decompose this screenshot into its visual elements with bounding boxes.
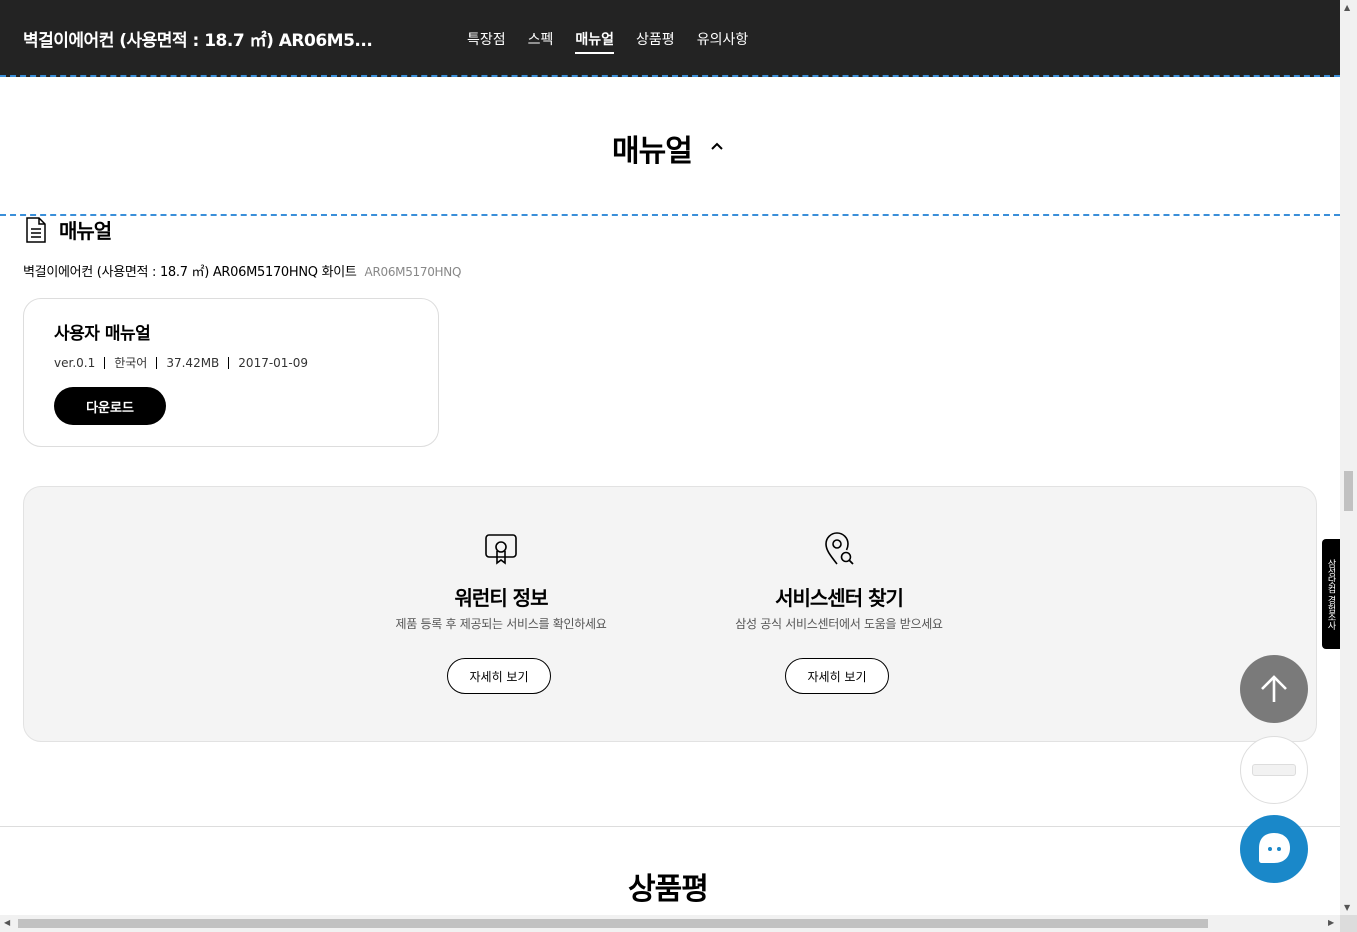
manual-card: 사용자 매뉴얼 ver.0.1 한국어 37.42MB 2017-01-09 다… — [23, 298, 439, 447]
location-search-icon — [825, 532, 854, 565]
chatbot-button[interactable] — [1240, 815, 1308, 883]
manual-version: ver.0.1 — [54, 355, 96, 370]
service-center-title: 서비스센터 찾기 — [775, 586, 904, 610]
product-line: 벽걸이에어컨 (사용면적 : 18.7 ㎡) AR06M5170HNQ 화이트 A… — [23, 261, 461, 280]
scroll-top-button[interactable] — [1240, 655, 1308, 723]
scroll-right-arrow-icon[interactable]: ▶ — [1328, 918, 1334, 927]
nav-tab-manual[interactable]: 매뉴얼 — [575, 29, 615, 54]
nav-tab-features[interactable]: 특장점 — [467, 29, 506, 54]
scroll-down-arrow-icon[interactable]: ▼ — [1344, 903, 1350, 912]
manual-date: 2017-01-09 — [238, 355, 309, 370]
scroll-left-arrow-icon[interactable]: ◀ — [4, 918, 10, 927]
chat-bot-icon — [1259, 833, 1290, 863]
manual-language: 한국어 — [114, 356, 148, 370]
manual-subheader: 매뉴얼 — [23, 215, 112, 244]
reviews-section-title: 상품평 — [628, 872, 709, 907]
sticky-header: 벽걸이에어컨 (사용면적 : 18.7 ㎡) AR06M5... 특장점 스펙 … — [0, 0, 1340, 77]
meta-divider — [228, 356, 230, 369]
product-code: AR06M5170HNQ — [364, 265, 462, 279]
warranty-title: 워런티 정보 — [454, 586, 549, 610]
horizontal-scroll-thumb[interactable] — [18, 919, 1208, 928]
arrow-up-icon — [1261, 675, 1287, 702]
meta-divider — [104, 356, 106, 369]
manual-meta: ver.0.1 한국어 37.42MB 2017-01-09 — [54, 354, 308, 371]
nav-tab-notes[interactable]: 유의사항 — [697, 29, 749, 54]
service-box: 워런티 정보 제품 등록 후 제공되는 서비스를 확인하세요 자세히 보기 서비… — [23, 486, 1317, 742]
warranty-certificate-icon — [485, 534, 517, 565]
service-center-desc: 삼성 공식 서비스센터에서 도움을 받으세요 — [735, 617, 943, 631]
service-center-details-button[interactable]: 자세히 보기 — [785, 658, 889, 694]
air-conditioner-thumbnail — [1252, 764, 1296, 776]
product-title: 벽걸이에어컨 (사용면적 : 18.7 ㎡) AR06M5... — [23, 31, 373, 51]
product-name: 벽걸이에어컨 (사용면적 : 18.7 ㎡) AR06M5170HNQ 화이트 — [23, 265, 357, 280]
manual-size: 37.42MB — [166, 355, 220, 370]
section-nav: 특장점 스펙 매뉴얼 상품평 유의사항 — [467, 29, 770, 54]
scroll-up-arrow-icon[interactable]: ▲ — [1344, 3, 1350, 12]
chevron-up-icon[interactable] — [709, 140, 725, 152]
manual-label: 매뉴얼 — [59, 219, 112, 243]
scrollbar-corner — [1340, 915, 1357, 932]
warranty-desc: 제품 등록 후 제공되는 서비스를 확인하세요 — [395, 617, 607, 631]
vertical-scroll-thumb[interactable] — [1344, 471, 1353, 511]
meta-divider — [156, 356, 158, 369]
horizontal-scrollbar[interactable]: ◀ ▶ — [0, 915, 1340, 932]
warranty-details-button[interactable]: 자세히 보기 — [447, 658, 551, 694]
download-button[interactable]: 다운로드 — [54, 387, 166, 425]
document-icon — [26, 216, 46, 243]
section-divider — [0, 826, 1340, 827]
nav-tab-reviews[interactable]: 상품평 — [636, 29, 675, 54]
vertical-scrollbar[interactable]: ▲ ▼ — [1340, 0, 1357, 932]
manual-section-header[interactable]: 매뉴얼 — [0, 79, 1340, 216]
nav-tab-spec[interactable]: 스펙 — [528, 29, 554, 54]
manual-card-title: 사용자 매뉴얼 — [54, 324, 151, 344]
survey-tab[interactable]: 삼성닷컴 경험조사 — [1322, 539, 1340, 649]
product-thumbnail-button[interactable] — [1240, 736, 1308, 804]
section-title: 매뉴얼 — [612, 134, 693, 169]
